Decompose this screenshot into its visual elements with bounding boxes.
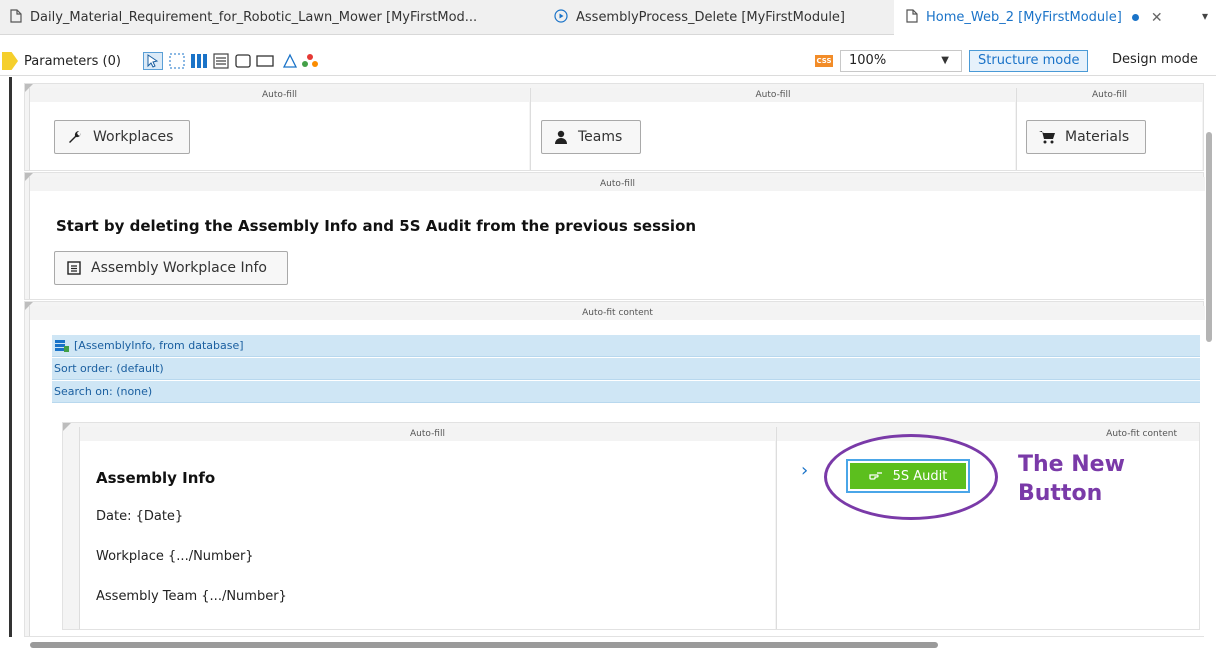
tab-home-web-2[interactable]: Home_Web_2 [MyFirstModule] ✕ <box>894 0 1216 35</box>
user-icon <box>554 130 568 144</box>
selection-box-icon[interactable] <box>167 52 187 70</box>
structure-mode-button[interactable]: Structure mode <box>969 50 1089 72</box>
parameter-flag-icon <box>2 52 18 70</box>
teams-button-label: Teams <box>578 129 623 145</box>
layout-cell-workplaces[interactable]: Auto-fill Workplaces <box>29 88 529 170</box>
layout-row-delete: Auto-fill Start by deleting the Assembly… <box>24 172 1205 300</box>
cart-icon <box>1039 130 1055 144</box>
cell-label: Auto-fit content <box>777 427 1199 441</box>
css-icon[interactable]: CSS <box>815 55 833 67</box>
tab-bar: Daily_Material_Requirement_for_Robotic_L… <box>0 0 1216 35</box>
assembly-date-text: Date: {Date} <box>96 509 184 524</box>
cell-label: Auto-fill <box>80 427 775 441</box>
zoom-value: 100% <box>849 53 887 68</box>
form-icon <box>67 261 81 275</box>
parameters-button[interactable]: Parameters (0) <box>2 52 121 70</box>
columns-icon[interactable] <box>189 52 209 70</box>
play-circle-icon <box>554 8 568 27</box>
chevron-right-icon: › <box>801 460 809 481</box>
workplaces-button-label: Workplaces <box>93 129 174 145</box>
teams-button[interactable]: Teams <box>541 120 641 154</box>
dataview-source-header[interactable]: [AssemblyInfo, from database] <box>52 335 1200 357</box>
design-mode-button[interactable]: Design mode <box>1104 50 1206 72</box>
cell-label: Auto-fill <box>531 88 1015 102</box>
workplaces-button[interactable]: Workplaces <box>54 120 190 154</box>
page-canvas: Auto-fill Workplaces Auto-fill Teams Aut… <box>0 77 1216 637</box>
annotation-text: The New Button <box>1018 450 1125 508</box>
parameters-label: Parameters (0) <box>24 53 121 69</box>
file-icon <box>906 8 918 27</box>
layout-cell-assembly-info[interactable]: Auto-fill Assembly Info Date: {Date} Wor… <box>79 427 775 629</box>
tab-label: AssemblyProcess_Delete [MyFirstModule] <box>576 10 846 25</box>
container-icon[interactable] <box>233 52 253 70</box>
shape-icon[interactable] <box>280 52 300 70</box>
tab-label: Home_Web_2 [MyFirstModule] <box>926 10 1122 25</box>
zoom-select[interactable]: 100% ▼ <box>840 50 962 72</box>
cell-label: Auto-fit content <box>30 306 1205 320</box>
editor-toolbar: Parameters (0) CSS 100% ▼ Structure mode… <box>0 48 1216 76</box>
tab-list-menu-icon[interactable]: ▾ <box>1202 9 1208 23</box>
data-view-icon[interactable] <box>211 52 231 70</box>
unsaved-dot-icon <box>1131 14 1139 21</box>
tab-daily-material[interactable]: Daily_Material_Requirement_for_Robotic_L… <box>0 0 536 35</box>
row-corner-marker <box>63 423 71 431</box>
assembly-team-text: Assembly Team {.../Number} <box>96 589 287 604</box>
dataview-sort-order[interactable]: Sort order: (default) <box>52 358 1200 380</box>
cell-label: Auto-fill <box>30 88 529 102</box>
layout-cell-teams[interactable]: Auto-fill Teams <box>530 88 1015 170</box>
assembly-workplace-info-button[interactable]: Assembly Workplace Info <box>54 251 288 285</box>
annotation-line-1: The New <box>1018 452 1125 477</box>
materials-button[interactable]: Materials <box>1026 120 1146 154</box>
group-box-icon[interactable] <box>255 52 275 70</box>
select-tool-icon[interactable] <box>143 52 163 70</box>
assembly-info-title: Assembly Info <box>96 469 216 487</box>
database-icon <box>54 339 70 353</box>
layout-cell-materials[interactable]: Auto-fill Materials <box>1016 88 1202 170</box>
layout-row-top: Auto-fill Workplaces Auto-fill Teams Aut… <box>24 83 1204 171</box>
delete-instruction-heading: Start by deleting the Assembly Info and … <box>56 217 697 235</box>
tab-label: Daily_Material_Requirement_for_Robotic_L… <box>30 10 478 25</box>
canvas-left-border <box>9 77 12 637</box>
tab-assembly-process-delete[interactable]: AssemblyProcess_Delete [MyFirstModule] <box>546 0 886 35</box>
dataview-source-label: [AssemblyInfo, from database] <box>74 338 244 352</box>
widgets-icon[interactable] <box>300 52 320 70</box>
annotation-line-2: Button <box>1018 481 1103 506</box>
file-icon <box>10 8 22 27</box>
assembly-workplace-info-label: Assembly Workplace Info <box>91 260 267 276</box>
cell-label: Auto-fill <box>30 177 1205 191</box>
close-icon[interactable]: ✕ <box>1151 10 1163 26</box>
layout-cell-delete[interactable]: Auto-fill Start by deleting the Assembly… <box>29 177 1205 299</box>
chevron-down-icon: ▼ <box>941 55 949 66</box>
dataview-search-on[interactable]: Search on: (none) <box>52 381 1200 403</box>
vertical-scrollbar[interactable] <box>1206 132 1212 342</box>
cell-label: Auto-fill <box>1017 88 1202 102</box>
wrench-icon <box>67 129 83 145</box>
horizontal-scrollbar[interactable] <box>30 642 938 648</box>
assembly-workplace-text: Workplace {.../Number} <box>96 549 254 564</box>
highlight-ellipse <box>824 434 998 520</box>
materials-button-label: Materials <box>1065 129 1130 145</box>
page-editor-window: Daily_Material_Requirement_for_Robotic_L… <box>0 0 1216 655</box>
